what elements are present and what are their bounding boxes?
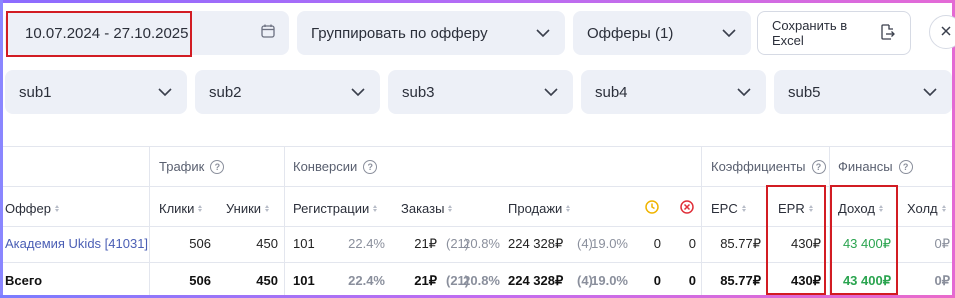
total-registrations-pct: 22.4%: [348, 273, 385, 288]
col-orders-label: Заказы: [401, 201, 445, 216]
total-orders-pct: 20.8%: [463, 273, 500, 288]
cell-rejected: 0: [688, 236, 696, 251]
total-clicks: 506: [189, 273, 211, 288]
col-hold-label: Холд: [907, 201, 938, 216]
filters-panel: 10.07.2024 - 27.10.2025 Группировать по …: [3, 3, 955, 143]
total-hold: 0₽: [934, 273, 950, 288]
group-by-select[interactable]: Группировать по офферу: [297, 11, 565, 55]
chevron-down-icon: [157, 84, 173, 100]
income-highlight: [830, 185, 898, 295]
cell-hold: 0₽: [934, 236, 950, 251]
help-icon[interactable]: ?: [898, 159, 913, 174]
col-offer-label: Оффер: [5, 201, 51, 216]
chevron-down-icon: [350, 84, 366, 100]
sort-icon: [198, 205, 203, 212]
col-clicks-label: Клики: [159, 201, 195, 216]
sub5-label: sub5: [788, 83, 821, 101]
calendar-icon: [261, 24, 275, 42]
total-sales: 224 328₽: [508, 273, 564, 288]
col-uniques[interactable]: Уники: [226, 201, 270, 216]
group-conversions-label: Конверсии: [293, 159, 358, 174]
chevron-down-icon: [922, 84, 938, 100]
total-pending: 0: [653, 273, 661, 288]
cell-sales-pct: 19.0%: [591, 236, 628, 251]
col-orders[interactable]: Заказы: [401, 201, 453, 216]
col-offer[interactable]: Оффер: [5, 201, 59, 216]
sub2-label: sub2: [209, 83, 242, 101]
cell-registrations: 101: [293, 236, 315, 251]
sort-icon: [448, 205, 453, 212]
col-clicks[interactable]: Клики: [159, 201, 203, 216]
sort-icon: [373, 205, 378, 212]
sub1-label: sub1: [19, 83, 52, 101]
offers-value: Офферы (1): [587, 24, 674, 42]
save-excel-button[interactable]: Сохранить в Excel: [757, 11, 911, 55]
stats-table: Трафик ? Конверсии ? Коэффициенты ? Фина…: [3, 146, 952, 295]
sub3-select[interactable]: sub3: [388, 70, 573, 114]
chevron-down-icon: [736, 84, 752, 100]
col-sales-label: Продажи: [508, 201, 563, 216]
sort-icon: [941, 205, 946, 212]
group-coefficients: Коэффициенты ?: [711, 159, 826, 174]
cell-clicks: 506: [189, 236, 211, 251]
col-epc-label: EPC: [711, 201, 738, 216]
col-registrations[interactable]: Регистрации: [293, 201, 378, 216]
export-icon: [880, 23, 896, 43]
group-finance: Финансы ?: [838, 159, 913, 174]
help-icon[interactable]: ?: [210, 159, 225, 174]
col-hold[interactable]: Холд: [907, 201, 946, 216]
chevron-down-icon: [543, 84, 559, 100]
rejected-x-icon: [680, 200, 694, 217]
offer-link[interactable]: Академия Ukids [41031]: [5, 236, 148, 251]
group-conversions: Конверсии ?: [293, 159, 378, 174]
chevron-down-icon: [721, 25, 737, 41]
column-divider: [284, 146, 285, 295]
cell-pending: 0: [653, 236, 661, 251]
col-epc[interactable]: EPC: [711, 201, 746, 216]
sort-icon: [566, 205, 571, 212]
cell-uniques: 450: [256, 236, 278, 251]
sub4-label: sub4: [595, 83, 628, 101]
total-label: Всего: [5, 273, 43, 288]
save-excel-label: Сохранить в Excel: [772, 18, 848, 48]
group-coefficients-label: Коэффициенты: [711, 159, 806, 174]
sub1-select[interactable]: sub1: [5, 70, 187, 114]
group-traffic-label: Трафик: [159, 159, 205, 174]
cell-epc: 85.77₽: [720, 236, 761, 251]
sort-icon: [265, 205, 270, 212]
total-rejected: 0: [688, 273, 696, 288]
cell-registrations-pct: 22.4%: [348, 236, 385, 251]
date-range-highlight: [6, 11, 192, 57]
sub2-select[interactable]: sub2: [195, 70, 380, 114]
table-border: [3, 146, 952, 147]
group-by-value: Группировать по офферу: [311, 24, 488, 42]
epr-highlight: [766, 185, 826, 295]
sort-icon: [54, 205, 59, 212]
col-uniques-label: Уники: [226, 201, 262, 216]
pending-clock-icon: [645, 200, 659, 217]
offers-select[interactable]: Офферы (1): [573, 11, 751, 55]
sub5-select[interactable]: sub5: [774, 70, 952, 114]
help-icon[interactable]: ?: [363, 159, 378, 174]
col-registrations-label: Регистрации: [293, 201, 370, 216]
sub4-select[interactable]: sub4: [581, 70, 766, 114]
total-sales-pct: 19.0%: [591, 273, 628, 288]
col-sales[interactable]: Продажи: [508, 201, 571, 216]
group-traffic: Трафик ?: [159, 159, 225, 174]
close-icon: [941, 23, 951, 41]
group-finance-label: Финансы: [838, 159, 893, 174]
cell-orders: 21₽: [414, 236, 437, 251]
chevron-down-icon: [535, 25, 551, 41]
column-divider: [701, 146, 702, 295]
sub3-label: sub3: [402, 83, 435, 101]
help-icon[interactable]: ?: [811, 159, 826, 174]
total-orders: 21₽: [414, 273, 437, 288]
total-epc: 85.77₽: [720, 273, 761, 288]
total-registrations: 101: [293, 273, 315, 288]
total-uniques: 450: [256, 273, 278, 288]
close-button[interactable]: [929, 15, 955, 49]
cell-sales: 224 328₽: [508, 236, 564, 251]
sort-icon: [741, 205, 746, 212]
cell-orders-pct: 20.8%: [463, 236, 500, 251]
